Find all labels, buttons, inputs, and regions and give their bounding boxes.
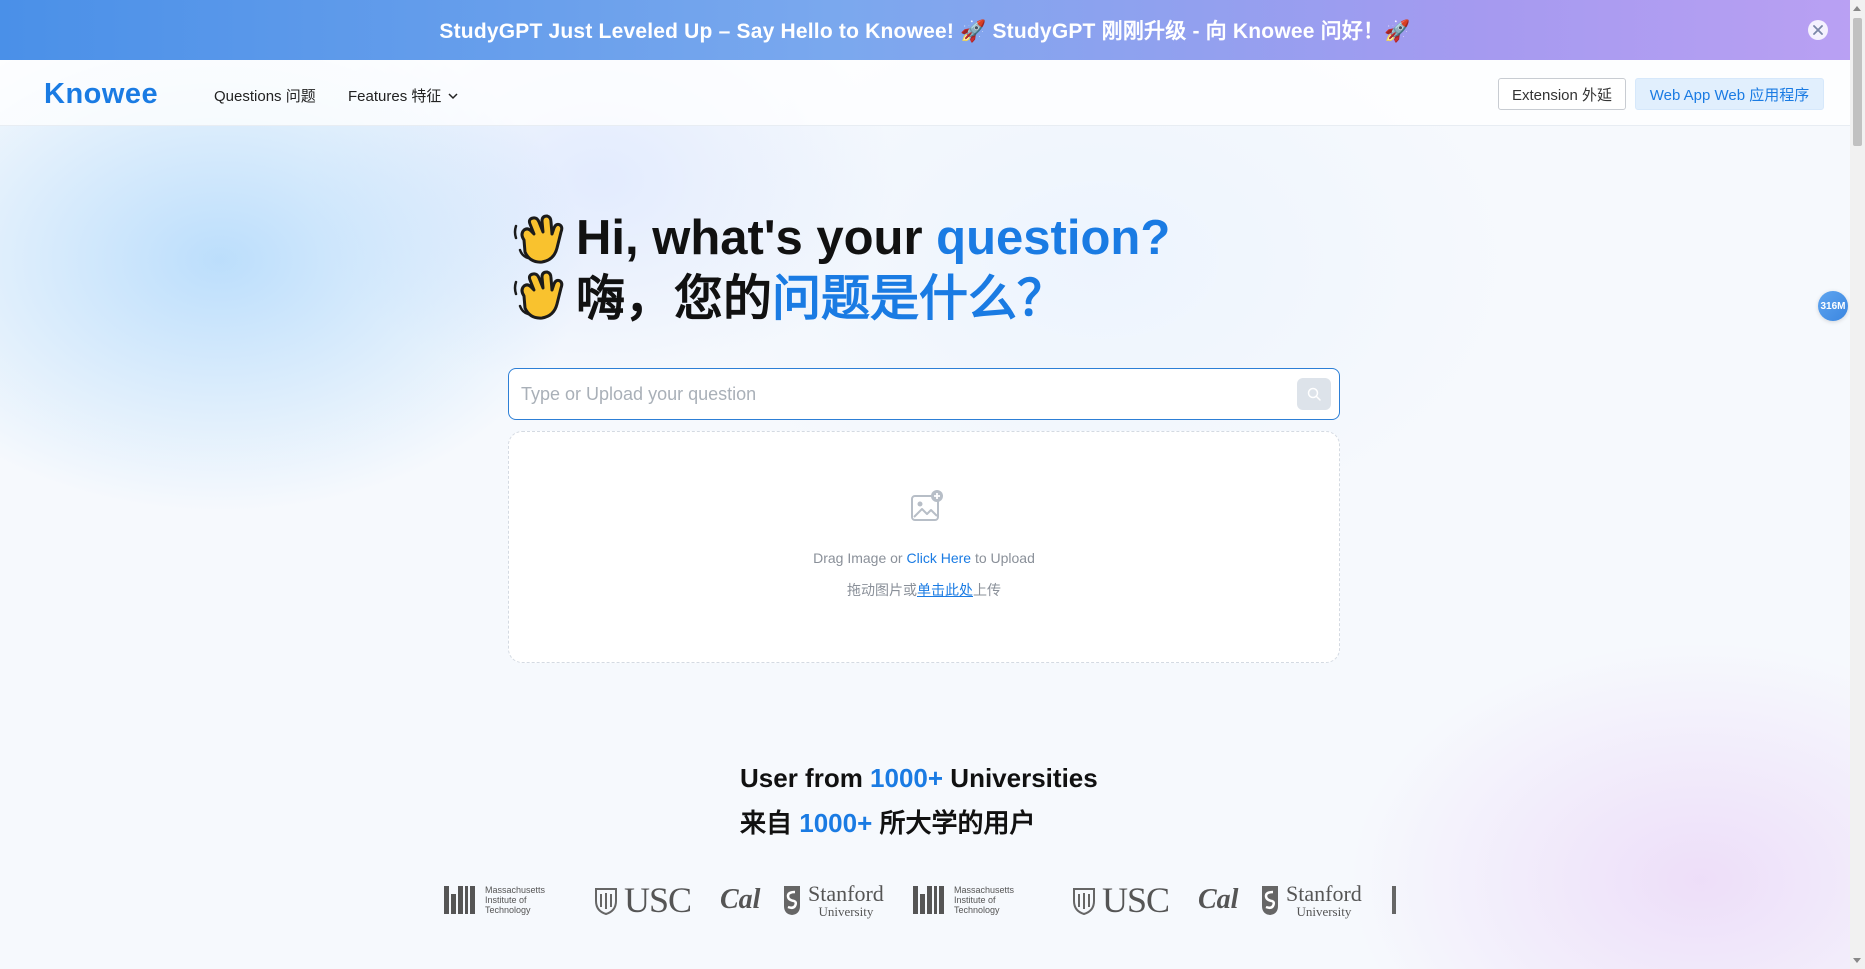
uni-count-cn: 1000+	[799, 808, 873, 838]
upload-line2-post: 上传	[973, 582, 1001, 598]
upload-line1-post: to Upload	[971, 550, 1035, 566]
usc-logo: USC	[1072, 876, 1170, 924]
universities-line-english: User from 1000+ Universities	[740, 763, 1098, 803]
search-icon	[1307, 387, 1321, 401]
close-icon	[1813, 25, 1823, 35]
uni-line2-post: 所大学的用户	[872, 808, 1036, 838]
hero-line-chinese: 嗨，您的 问题是什么？	[510, 266, 1170, 326]
uni-line2-pre: 来自	[740, 808, 800, 838]
mit-logo-partial	[1392, 876, 1396, 924]
cal-wordmark: Cal	[720, 884, 761, 915]
cal-logo: Cal	[1198, 876, 1238, 924]
stanford-text: Stanford	[1286, 880, 1362, 906]
waving-hand-icon	[513, 214, 564, 264]
upload-line1-pre: Drag Image or	[813, 550, 907, 566]
stanford-wordmark: Stanford University	[808, 880, 884, 919]
search-button[interactable]	[1297, 378, 1331, 410]
usc-wordmark: USC	[624, 880, 692, 920]
mit-wordmark: Massachusetts Institute of Technology	[954, 885, 1014, 915]
mit-text-1: Massachusetts	[954, 885, 1015, 895]
top-nav: Knowee Questions 问题 Features 特征 Extensio…	[0, 60, 1850, 126]
upload-instruction-english: Drag Image or Click Here to Upload	[509, 550, 1339, 566]
stanford-tree-icon	[1262, 886, 1278, 915]
hero-heading: Hi, what's your question? 嗨，您的 问题是什么？	[510, 210, 1170, 326]
stanford-tree-icon	[784, 886, 800, 915]
usc-wordmark: USC	[1102, 880, 1170, 920]
stanford-sub-text: University	[818, 903, 874, 919]
scroll-up-arrow-icon[interactable]	[1853, 6, 1861, 11]
nav-questions-label: Questions 问题	[214, 88, 316, 105]
upload-instruction-chinese: 拖动图片或单击此处上传	[509, 580, 1339, 600]
mit-text-1: Massachusetts	[485, 885, 546, 895]
announcement-bar: StudyGPT Just Leveled Up – Say Hello to …	[0, 0, 1850, 60]
scroll-thumb[interactable]	[1853, 18, 1862, 146]
hero-line2-prefix: 嗨，您的	[576, 271, 773, 326]
add-image-icon	[911, 490, 943, 521]
upload-line2-pre: 拖动图片或	[847, 582, 917, 598]
nav-features-label: Features 特征	[348, 88, 442, 105]
uni-count: 1000+	[870, 763, 944, 793]
mit-text-2: Institute of	[485, 895, 527, 905]
stanford-sub-text: University	[1296, 903, 1352, 919]
hero-line2-accent: 问题是什么？	[772, 271, 1067, 326]
uni-line1-post: Universities	[943, 763, 1098, 793]
question-search-box	[508, 368, 1340, 420]
knowee-logo[interactable]: Knowee	[44, 78, 158, 111]
universities-line-chinese: 来自 1000+ 所大学的用户	[740, 803, 1098, 843]
mit-text-3: Technology	[485, 905, 531, 915]
web-app-button[interactable]: Web App Web 应用程序	[1635, 78, 1824, 110]
click-here-link[interactable]: Click Here	[906, 550, 971, 566]
nav-questions[interactable]: Questions 问题	[214, 85, 316, 106]
nav-features[interactable]: Features 特征	[348, 85, 459, 106]
stanford-wordmark: Stanford University	[1286, 880, 1362, 919]
cal-logo: Cal	[720, 876, 760, 924]
usc-seal-icon	[1073, 888, 1095, 915]
mit-wordmark: Massachusetts Institute of Technology	[485, 885, 545, 915]
question-input[interactable]	[521, 374, 1281, 414]
mit-mark-icon	[444, 886, 475, 914]
extension-button[interactable]: Extension 外延	[1498, 78, 1626, 110]
scroll-down-arrow-icon[interactable]	[1853, 958, 1861, 963]
announcement-close-button[interactable]	[1808, 20, 1828, 40]
page-scrollbar[interactable]	[1850, 0, 1865, 969]
universities-heading: User from 1000+ Universities 来自 1000+ 所大…	[740, 763, 1098, 843]
mit-logo: Massachusetts Institute of Technology	[913, 876, 1014, 924]
stanford-logo: Stanford University	[782, 876, 884, 924]
mit-mark-icon	[1392, 886, 1396, 914]
cal-wordmark: Cal	[1198, 884, 1239, 915]
announcement-text: StudyGPT Just Leveled Up – Say Hello to …	[439, 20, 1411, 43]
usc-seal-icon	[595, 888, 617, 915]
usc-logo: USC	[594, 876, 692, 924]
mit-text-2: Institute of	[954, 895, 996, 905]
floating-badge[interactable]: 316M	[1818, 291, 1848, 321]
uni-line1-pre: User from	[740, 763, 871, 793]
university-logo-strip: Massachusetts Institute of Technology US…	[444, 876, 1406, 924]
waving-hand-icon	[513, 270, 564, 320]
stanford-text: Stanford	[808, 880, 884, 906]
mit-logo: Massachusetts Institute of Technology	[444, 876, 545, 924]
image-upload-dropzone[interactable]: Drag Image or Click Here to Upload 拖动图片或…	[508, 431, 1340, 663]
mit-text-3: Technology	[954, 905, 1000, 915]
mit-mark-icon	[913, 886, 944, 914]
stanford-logo: Stanford University	[1260, 876, 1362, 924]
click-here-link-cn[interactable]: 单击此处	[917, 582, 973, 598]
chevron-down-icon	[448, 92, 458, 99]
